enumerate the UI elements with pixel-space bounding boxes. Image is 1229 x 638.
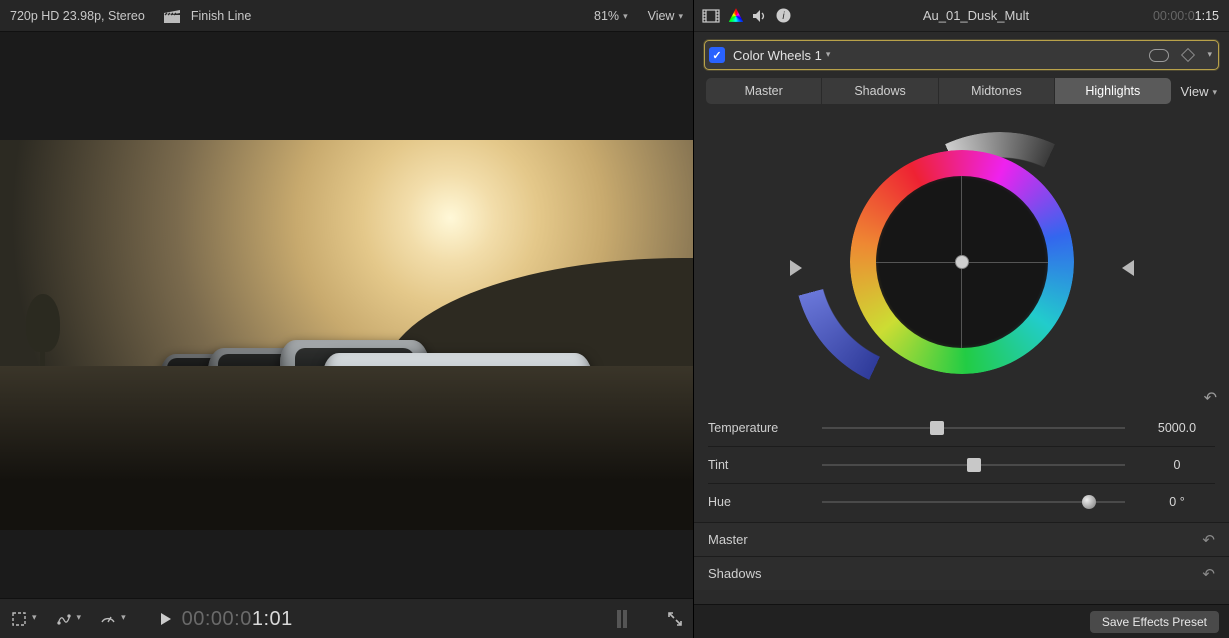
audio-inspector-icon[interactable] [752, 9, 768, 23]
temperature-label: Temperature [708, 421, 818, 435]
zoom-menu[interactable]: 81% ▾ [594, 9, 628, 23]
viewer-footer: ▾ ▾ ▾ 00:00:01:01 [0, 598, 693, 638]
chevron-down-icon: ▾ [678, 11, 683, 21]
format-label: 720p HD 23.98p, Stereo [10, 9, 145, 23]
tab-shadows[interactable]: Shadows [822, 78, 938, 104]
inspector-panel: i Au_01_Dusk_Mult 00:00:01:15 ✓ Color Wh… [694, 0, 1229, 638]
global-sliders: Temperature Tint Hue [694, 412, 1229, 522]
keyframe-icon[interactable] [1181, 48, 1195, 62]
group-master-label: Master [708, 532, 748, 547]
video-inspector-icon[interactable] [702, 9, 720, 23]
fullscreen-icon[interactable] [667, 611, 683, 627]
tab-master[interactable]: Master [706, 78, 822, 104]
viewer-panel: 720p HD 23.98p, Stereo Finish Line 81% ▾ … [0, 0, 694, 638]
color-wheel[interactable] [832, 132, 1092, 392]
audio-meter-icon [617, 610, 639, 628]
inspector-view-menu[interactable]: View▾ [1181, 84, 1217, 99]
inspector-header: i Au_01_Dusk_Mult 00:00:01:15 [694, 0, 1229, 32]
crop-tool-icon[interactable]: ▾ [10, 610, 37, 628]
inspector-footer: Save Effects Preset [694, 604, 1229, 638]
tint-slider[interactable] [822, 464, 1125, 466]
hue-slider[interactable] [822, 501, 1125, 503]
correction-selector[interactable]: ✓ Color Wheels 1 ▾ ▾ [704, 40, 1219, 70]
reset-icon[interactable]: ↶ [1202, 565, 1215, 583]
viewer-canvas[interactable] [0, 32, 693, 598]
brightness-handle-icon[interactable] [1122, 260, 1134, 276]
color-puck[interactable] [955, 255, 969, 269]
info-inspector-icon[interactable]: i [776, 8, 791, 23]
tint-value[interactable] [1139, 458, 1215, 472]
project-title: Finish Line [191, 9, 594, 23]
preview-frame [0, 140, 693, 530]
clapperboard-icon [163, 9, 181, 23]
slider-thumb[interactable] [930, 421, 944, 435]
enabled-checkbox[interactable]: ✓ [709, 47, 725, 63]
color-wheel-area: ↶ [694, 112, 1229, 412]
reset-icon[interactable]: ↶ [1202, 531, 1215, 549]
view-menu-label: View [648, 9, 675, 23]
speed-tool-icon[interactable]: ▾ [99, 610, 126, 628]
viewer-header: 720p HD 23.98p, Stereo Finish Line 81%▾ … [0, 0, 693, 32]
color-inspector-icon[interactable] [728, 8, 744, 24]
tone-range-tabs: Master Shadows Midtones Highlights [706, 78, 1171, 104]
chevron-down-icon[interactable]: ▾ [1207, 49, 1212, 60]
chevron-down-icon: ▾ [623, 11, 628, 21]
hue-row: Hue [708, 488, 1215, 516]
save-effects-preset-button[interactable]: Save Effects Preset [1090, 611, 1219, 633]
temperature-slider[interactable] [822, 427, 1125, 429]
chevron-down-icon: ▾ [77, 612, 82, 623]
group-shadows[interactable]: Shadows ↶ [694, 556, 1229, 590]
correction-name: Color Wheels 1 [733, 48, 822, 63]
viewer-timecode[interactable]: 00:00:01:01 [182, 606, 293, 631]
temperature-row: Temperature [708, 414, 1215, 442]
hue-value[interactable] [1139, 495, 1215, 509]
mask-icon[interactable] [1149, 49, 1169, 62]
tab-midtones[interactable]: Midtones [939, 78, 1055, 104]
group-master[interactable]: Master ↶ [694, 522, 1229, 556]
view-menu[interactable]: View▾ [648, 9, 683, 23]
chevron-down-icon: ▾ [826, 49, 831, 60]
clip-timecode: 00:00:01:15 [1153, 8, 1219, 23]
tab-highlights[interactable]: Highlights [1055, 78, 1170, 104]
chevron-down-icon: ▾ [32, 612, 37, 623]
hue-label: Hue [708, 495, 818, 509]
tint-label: Tint [708, 458, 818, 472]
tint-row: Tint [708, 451, 1215, 479]
slider-thumb[interactable] [1082, 495, 1096, 509]
group-shadows-label: Shadows [708, 566, 761, 581]
clip-name: Au_01_Dusk_Mult [799, 8, 1153, 23]
retime-tool-icon[interactable]: ▾ [55, 610, 82, 628]
zoom-value: 81% [594, 9, 619, 23]
saturation-handle-icon[interactable] [790, 260, 802, 276]
inspector-view-label: View [1181, 84, 1209, 99]
chevron-down-icon: ▾ [121, 612, 126, 623]
slider-thumb[interactable] [967, 458, 981, 472]
reset-wheel-icon[interactable]: ↶ [1204, 388, 1217, 408]
chevron-down-icon: ▾ [1212, 87, 1217, 97]
temperature-value[interactable] [1139, 421, 1215, 435]
play-button[interactable] [160, 612, 172, 626]
